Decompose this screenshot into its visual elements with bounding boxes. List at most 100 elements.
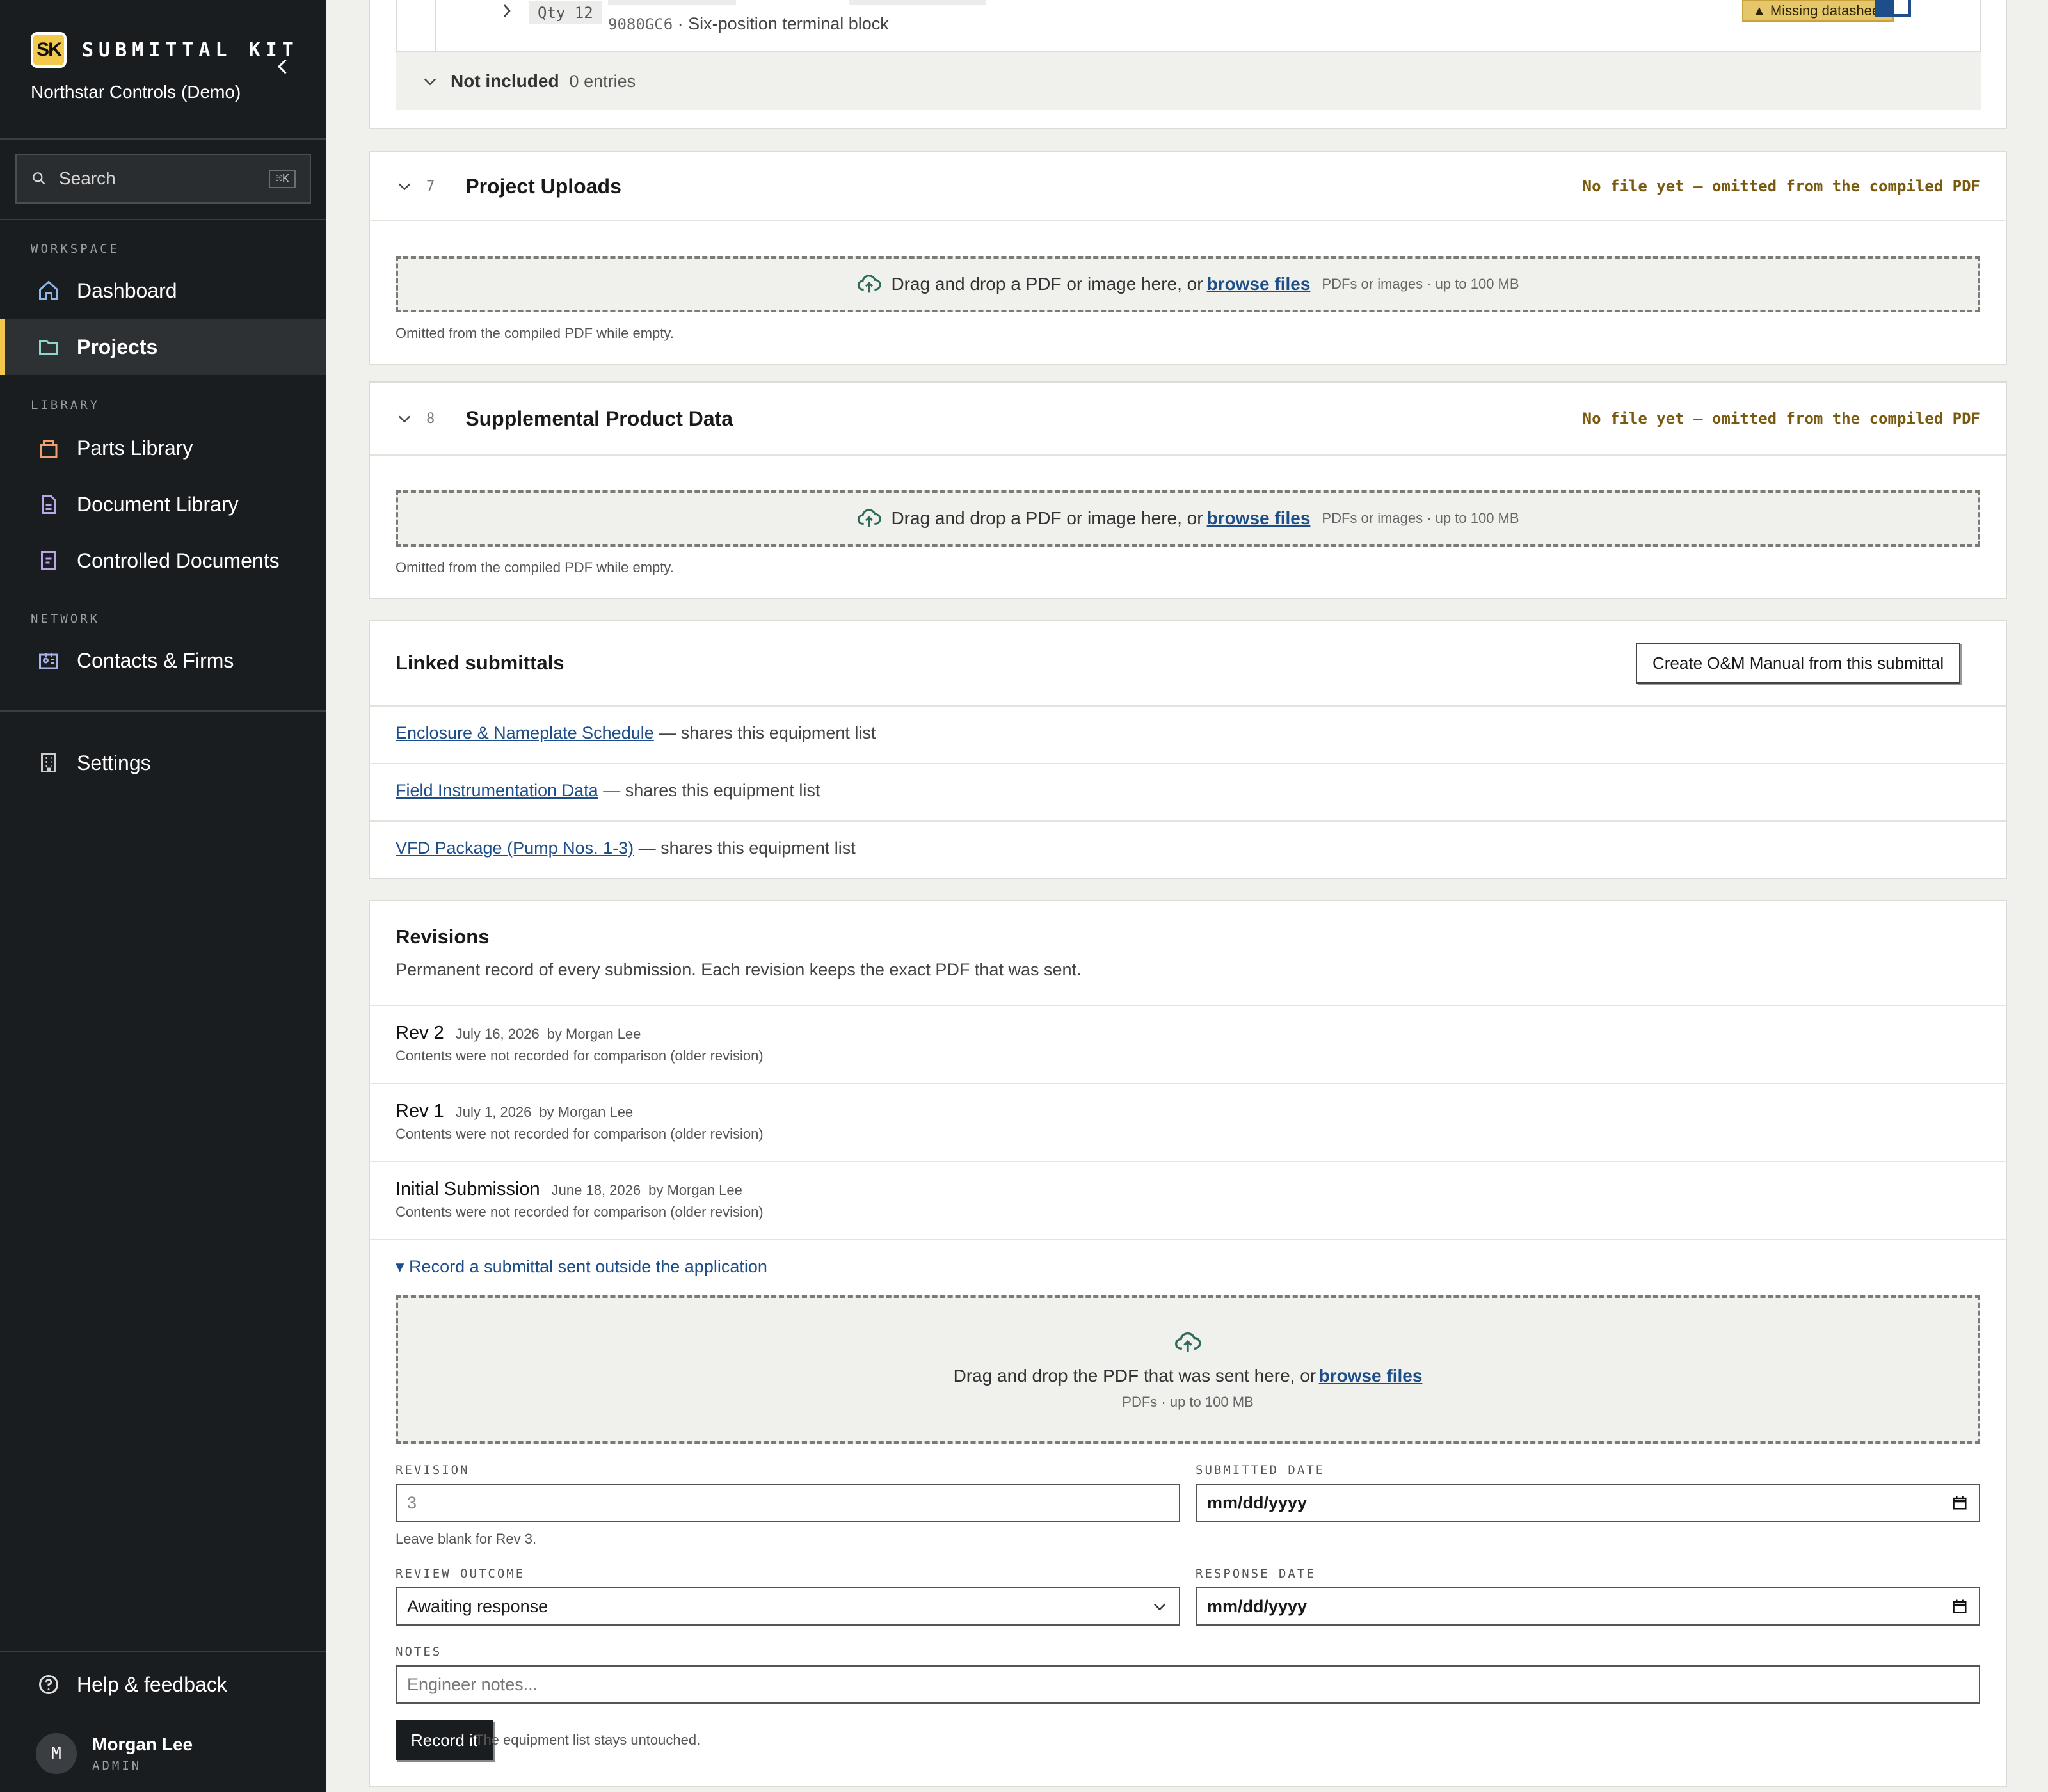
search-shortcut: ⌘K	[269, 169, 296, 188]
review-outcome-label: REVIEW OUTCOME	[396, 1567, 525, 1581]
revisions-card: Revisions Permanent record of every subm…	[369, 900, 2007, 1787]
user-menu[interactable]: M Morgan Lee ADMIN	[36, 1733, 193, 1774]
submitted-date-label: SUBMITTED DATE	[1196, 1463, 1325, 1477]
contact-card-icon	[36, 648, 61, 673]
section-header[interactable]: 8 Supplemental Product Data No file yet …	[370, 383, 2006, 454]
nav-item-controlled-documents[interactable]: Controlled Documents	[0, 532, 326, 589]
search-icon	[33, 172, 45, 185]
section-status: No file yet — omitted from the compiled …	[1582, 410, 1980, 428]
equipment-item: Qty 12 9080GC6 · Six-position terminal b…	[396, 0, 1981, 52]
upload-cloud-icon	[858, 275, 882, 293]
nav-item-contacts-firms[interactable]: Contacts & Firms	[0, 632, 326, 689]
sidebar: SK SUBMITTAL KIT Northstar Controls (Dem…	[0, 0, 326, 1792]
section-help: Omitted from the compiled PDF while empt…	[396, 325, 674, 341]
linked-submittal-item: VFD Package (Pump Nos. 1-3) — shares thi…	[396, 838, 856, 858]
nav-item-projects[interactable]: Projects	[0, 319, 326, 375]
brand[interactable]: SK SUBMITTAL KIT	[31, 32, 299, 68]
sent-pdf-dropzone[interactable]: Drag and drop the PDF that was sent here…	[396, 1295, 1980, 1444]
divider	[370, 763, 2006, 764]
collapse-sidebar-icon[interactable]	[271, 55, 294, 78]
revisions-subtitle: Permanent record of every submission. Ea…	[396, 960, 1082, 979]
revision-author: by Morgan Lee	[648, 1182, 742, 1198]
browse-files-link[interactable]: browse files	[1207, 508, 1311, 529]
divider	[0, 219, 326, 220]
missing-datasheet-badge: ▲ Missing datasheet	[1742, 0, 1894, 22]
review-outcome-value: Awaiting response	[407, 1596, 548, 1616]
linked-submittal-note: — shares this equipment list	[603, 781, 820, 800]
calendar-icon	[1953, 1496, 1967, 1510]
app-logo: SK	[31, 32, 67, 68]
linked-submittal-link[interactable]: Enclosure & Nameplate Schedule	[396, 723, 654, 742]
section-header[interactable]: 7 Project Uploads No file yet — omitted …	[370, 152, 2006, 220]
box-icon	[36, 435, 61, 461]
divider	[370, 1161, 2006, 1162]
equipment-list-card: Qty 12 9080GC6 · Six-position terminal b…	[369, 0, 2007, 129]
dropzone-text: Drag and drop the PDF that was sent here…	[953, 1366, 1316, 1386]
revision-input[interactable]: 3	[396, 1484, 1180, 1522]
nav-item-help[interactable]: Help & feedback	[0, 1656, 326, 1713]
upload-cloud-icon	[1175, 1332, 1201, 1352]
upload-dropzone[interactable]: Drag and drop a PDF or image here, or br…	[396, 256, 1980, 312]
create-om-manual-button[interactable]: Create O&M Manual from this submittal	[1636, 643, 1961, 684]
chevron-down-icon	[1154, 1603, 1165, 1611]
browse-files-link[interactable]: browse files	[1319, 1366, 1423, 1386]
response-date-label: RESPONSE DATE	[1196, 1567, 1316, 1581]
item-detail: 9080GC6 · Six-position terminal block	[608, 14, 889, 34]
not-included-count: 0 entries	[569, 71, 636, 91]
notes-input[interactable]: Engineer notes...	[396, 1665, 1980, 1704]
nav-item-label: Help & feedback	[77, 1672, 227, 1696]
submitted-date-value: mm/dd/yyyy	[1207, 1492, 1308, 1512]
linked-submittal-link[interactable]: VFD Package (Pump Nos. 1-3)	[396, 838, 634, 858]
nav-item-settings[interactable]: Settings	[0, 735, 326, 791]
avatar: M	[36, 1733, 77, 1774]
revision-name: Rev 1	[396, 1101, 444, 1121]
search-input[interactable]: Search ⌘K	[15, 154, 311, 204]
expand-item-icon[interactable]	[499, 1, 515, 24]
revision-field-label: REVISION	[396, 1463, 470, 1477]
nav-item-dashboard[interactable]: Dashboard	[0, 262, 326, 319]
chevron-down-icon	[399, 183, 410, 191]
nav-item-document-library[interactable]: Document Library	[0, 476, 326, 532]
revision-author: by Morgan Lee	[547, 1026, 641, 1042]
linked-submittal-link[interactable]: Field Instrumentation Data	[396, 781, 598, 800]
section-help: Omitted from the compiled PDF while empt…	[396, 559, 674, 575]
browse-files-link[interactable]: browse files	[1207, 274, 1311, 294]
record-outside-toggle[interactable]: ▾ Record a submittal sent outside the ap…	[396, 1257, 767, 1277]
nav-item-label: Dashboard	[77, 278, 177, 302]
divider	[370, 1239, 2006, 1240]
revision-date: July 16, 2026	[455, 1026, 540, 1042]
linked-submittal-note: — shares this equipment list	[638, 838, 856, 858]
divider	[370, 705, 2006, 707]
linked-title: Linked submittals	[396, 652, 564, 674]
section-supplemental-product-data: 8 Supplemental Product Data No file yet …	[369, 381, 2007, 599]
revision-name: Rev 2	[396, 1023, 444, 1043]
nav-item-parts-library[interactable]: Parts Library	[0, 420, 326, 476]
revision-note: Contents were not recorded for compariso…	[396, 1048, 764, 1064]
linked-submittals-card: Linked submittals Create O&M Manual from…	[369, 620, 2007, 879]
divider	[0, 710, 326, 712]
revision-date: June 18, 2026	[551, 1182, 641, 1198]
section-title: Supplemental Product Data	[465, 406, 733, 430]
app-name: SUBMITTAL KIT	[82, 38, 299, 61]
not-included-group[interactable]: Not included 0 entries	[396, 52, 1981, 110]
building-icon	[36, 750, 61, 776]
upload-dropzone[interactable]: Drag and drop a PDF or image here, or br…	[396, 490, 1980, 547]
revision-row: Rev 1 July 1, 2026 by Morgan Lee Contents …	[396, 1101, 764, 1142]
response-date-input[interactable]: mm/dd/yyyy	[1196, 1587, 1980, 1626]
section-number: 7	[426, 178, 435, 195]
dropzone-meta: PDFs or images · up to 100 MB	[1322, 276, 1519, 292]
notes-label: NOTES	[396, 1645, 442, 1659]
dropzone-meta: PDFs or images · up to 100 MB	[1322, 510, 1519, 526]
org-name[interactable]: Northstar Controls (Demo)	[31, 82, 241, 102]
item-tag-cutoff	[849, 0, 986, 5]
divider	[370, 220, 2006, 221]
submitted-date-input[interactable]: mm/dd/yyyy	[1196, 1484, 1980, 1522]
quantity-badge: Qty 12	[529, 1, 602, 24]
chevron-down-icon	[424, 78, 436, 86]
include-toggle[interactable]	[1875, 0, 1911, 17]
dropzone-text: Drag and drop a PDF or image here, or	[891, 508, 1203, 528]
calendar-icon	[1953, 1599, 1967, 1613]
review-outcome-select[interactable]: Awaiting response	[396, 1587, 1180, 1626]
divider	[0, 138, 326, 140]
nav-item-label: Settings	[77, 751, 151, 774]
